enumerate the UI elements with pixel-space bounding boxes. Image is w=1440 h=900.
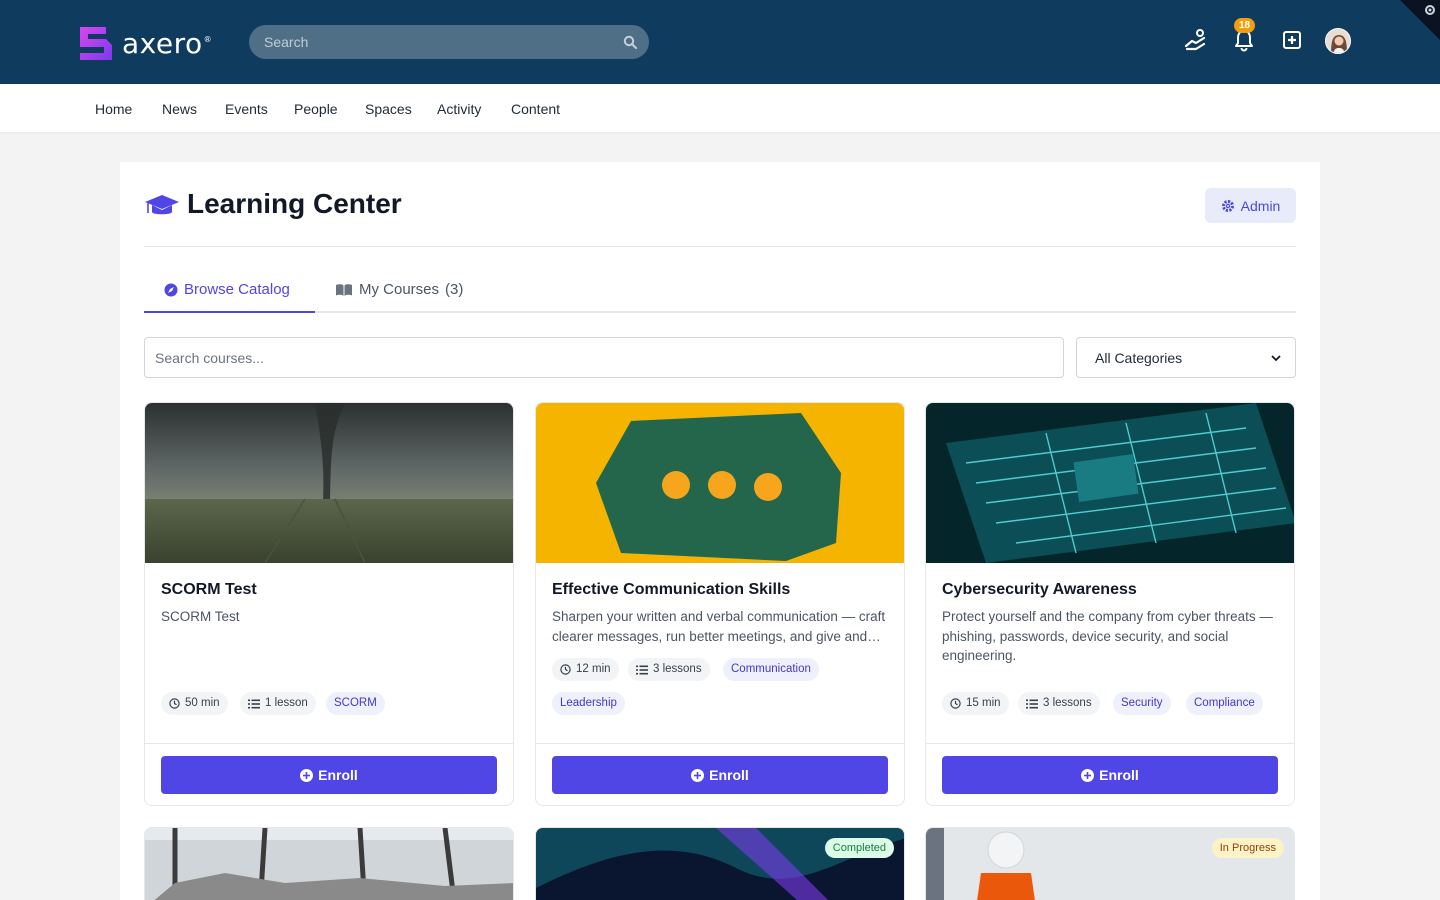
tag-pill[interactable]: Compliance xyxy=(1186,692,1263,715)
gear-icon xyxy=(1221,199,1234,212)
global-search[interactable] xyxy=(249,25,649,59)
nav-item-spaces[interactable]: Spaces xyxy=(365,101,412,117)
logo-mark-icon xyxy=(80,26,112,60)
plus-square-icon[interactable] xyxy=(1282,28,1302,52)
plus-circle-icon xyxy=(691,768,705,782)
enroll-button[interactable]: Enroll xyxy=(552,756,888,794)
admin-button-label: Admin xyxy=(1240,197,1281,214)
course-thumbnail xyxy=(145,828,513,900)
lessons-pill: 3 lessons xyxy=(628,658,710,681)
nav-item-content[interactable]: Content xyxy=(511,101,560,117)
user-photo-icon xyxy=(1326,29,1350,53)
course-card[interactable]: SCORM Test SCORM Test 50 min 1 lesson SC… xyxy=(144,402,514,806)
course-description: Sharpen your written and verbal communic… xyxy=(552,609,886,644)
tab-browse-catalog[interactable]: Browse Catalog xyxy=(164,281,290,298)
graduation-cap-icon xyxy=(145,195,179,215)
page-title: Learning Center xyxy=(187,188,402,219)
book-open-icon xyxy=(336,283,352,296)
category-select-value: All Categories xyxy=(1095,349,1183,366)
tabs-baseline xyxy=(144,311,1296,313)
clock-icon xyxy=(560,664,571,675)
status-badge-completed: Completed xyxy=(824,838,894,858)
tab-count: (3) xyxy=(445,281,464,298)
duration-pill: 12 min xyxy=(552,658,619,681)
category-select[interactable]: All Categories xyxy=(1076,337,1296,378)
nav-item-home[interactable]: Home xyxy=(95,101,132,117)
list-icon xyxy=(248,699,260,708)
duration-pill: 50 min xyxy=(161,692,228,715)
nav-item-events[interactable]: Events xyxy=(225,101,268,117)
tag-pill[interactable]: Communication xyxy=(723,658,819,681)
list-icon xyxy=(636,665,648,674)
axero-logo[interactable]: axero® xyxy=(80,26,212,60)
nav-item-news[interactable]: News xyxy=(162,101,197,117)
course-title[interactable]: SCORM Test xyxy=(161,581,257,599)
tag-pill[interactable]: Leadership xyxy=(552,692,625,715)
course-search-input[interactable] xyxy=(144,337,1064,378)
lessons-pill: 1 lesson xyxy=(240,692,316,715)
compass-icon xyxy=(164,283,178,296)
course-thumbnail xyxy=(536,403,904,563)
card-footer-divider xyxy=(536,743,904,744)
title-divider xyxy=(144,246,1296,247)
global-search-input[interactable] xyxy=(249,25,649,59)
handshake-icon[interactable] xyxy=(1184,28,1208,52)
course-description: Protect yourself and the company from cy… xyxy=(942,609,1273,663)
course-card[interactable]: Cybersecurity Awareness Protect yourself… xyxy=(925,402,1295,806)
chevron-down-icon xyxy=(1271,354,1281,361)
user-avatar[interactable] xyxy=(1325,28,1351,54)
plus-circle-icon xyxy=(300,768,314,782)
main-nav: Home News Events People Spaces Activity … xyxy=(0,84,1440,132)
card-footer-divider xyxy=(926,743,1294,744)
tab-label: My Courses xyxy=(359,281,440,298)
search-icon[interactable] xyxy=(623,35,637,49)
logo-text: axero® xyxy=(122,26,213,60)
settings-corner-icon[interactable] xyxy=(1400,0,1440,40)
tab-my-courses[interactable]: My Courses (3) xyxy=(335,281,463,298)
notification-badge: 18 xyxy=(1234,18,1255,33)
enroll-button[interactable]: Enroll xyxy=(942,756,1278,794)
course-thumbnail xyxy=(926,403,1294,563)
active-tab-indicator xyxy=(144,311,315,313)
top-bar: axero® 18 xyxy=(0,0,1440,84)
lessons-pill: 3 lessons xyxy=(1018,692,1100,715)
nav-item-people[interactable]: People xyxy=(294,101,338,117)
tag-pill[interactable]: SCORM xyxy=(326,692,385,715)
plus-circle-icon xyxy=(1081,768,1095,782)
clock-icon xyxy=(169,698,180,709)
list-icon xyxy=(1026,699,1038,708)
course-title[interactable]: Cybersecurity Awareness xyxy=(942,581,1137,599)
course-card[interactable]: Effective Communication Skills Sharpen y… xyxy=(535,402,905,806)
course-description: SCORM Test xyxy=(161,609,240,624)
course-card[interactable]: In Progress xyxy=(925,827,1295,900)
course-thumbnail xyxy=(145,403,513,563)
enroll-button[interactable]: Enroll xyxy=(161,756,497,794)
tag-pill[interactable]: Security xyxy=(1113,692,1171,715)
nav-item-activity[interactable]: Activity xyxy=(437,101,481,117)
duration-pill: 15 min xyxy=(942,692,1009,715)
course-title[interactable]: Effective Communication Skills xyxy=(552,581,790,599)
admin-button[interactable]: Admin xyxy=(1205,188,1296,223)
tab-label: Browse Catalog xyxy=(184,281,290,298)
card-footer-divider xyxy=(145,743,513,744)
course-card[interactable] xyxy=(144,827,514,900)
clock-icon xyxy=(950,698,961,709)
course-card[interactable]: Completed xyxy=(535,827,905,900)
status-badge-in-progress: In Progress xyxy=(1211,838,1284,858)
